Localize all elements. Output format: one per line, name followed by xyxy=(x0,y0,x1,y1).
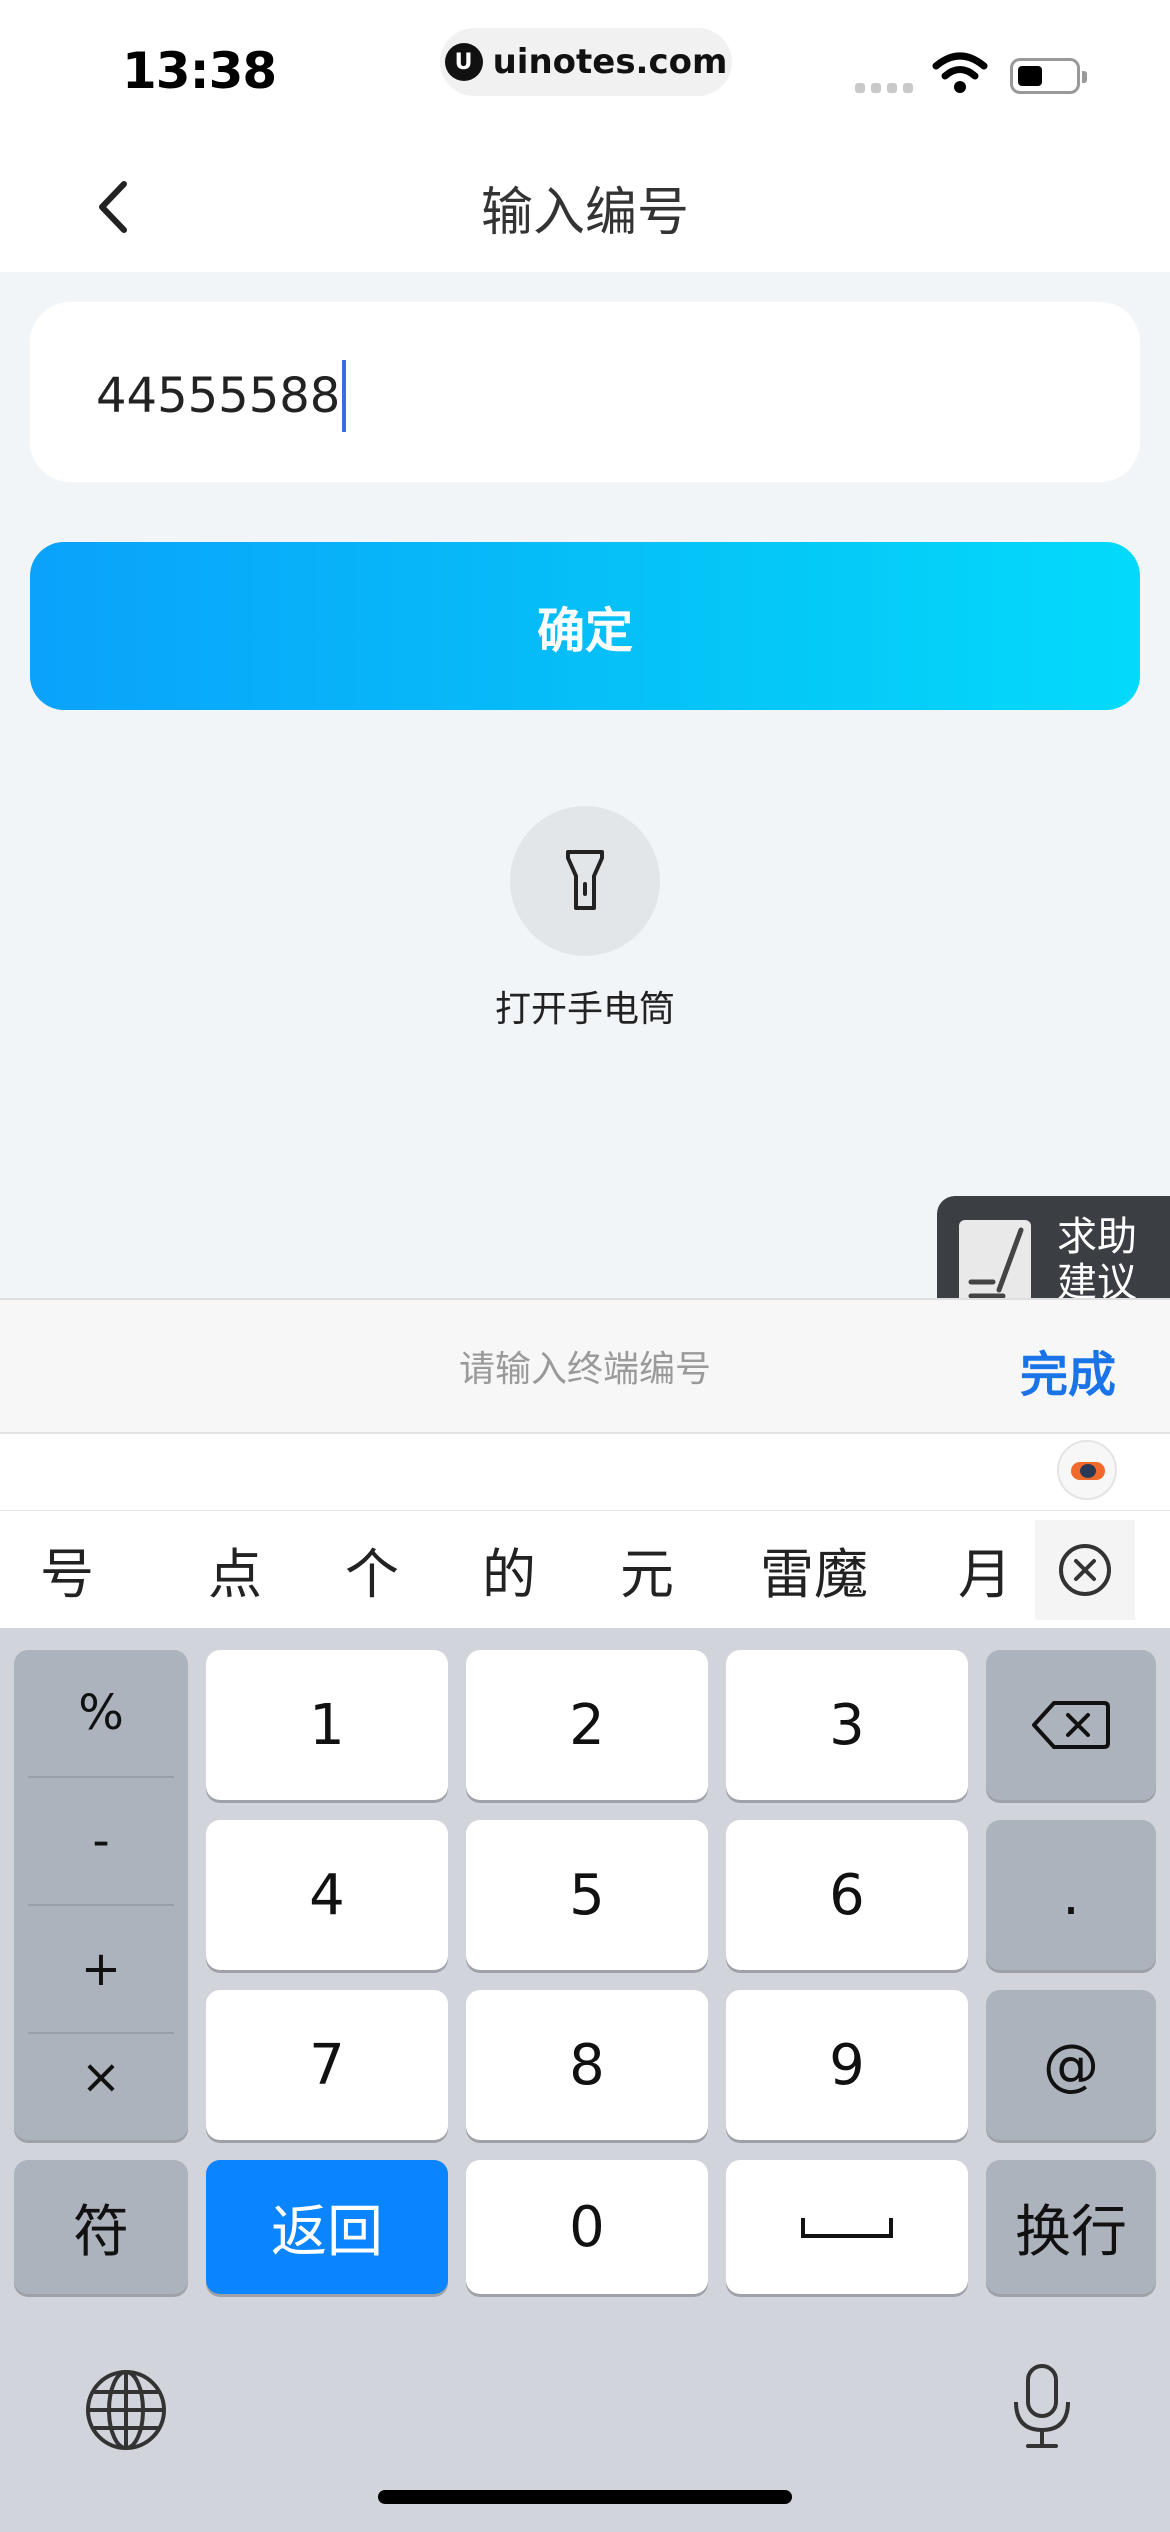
status-time: 13:38 xyxy=(122,42,277,100)
candidate-word[interactable]: 的 xyxy=(482,1530,536,1609)
text-caret xyxy=(342,360,347,432)
key-0[interactable]: 0 xyxy=(466,2160,708,2294)
input-value[interactable]: 44555588 xyxy=(96,360,347,432)
key-5[interactable]: 5 xyxy=(466,1820,708,1970)
microphone-icon[interactable] xyxy=(1010,2362,1074,2452)
page-title: 输入编号 xyxy=(480,183,689,243)
flashlight-button[interactable] xyxy=(510,806,660,956)
help-feedback-tab[interactable]: 求助 建议 xyxy=(937,1196,1170,1298)
feedback-pen-icon xyxy=(959,1220,1031,1298)
confirm-button[interactable]: 确定 xyxy=(30,542,1140,710)
ime-mascot-icon[interactable] xyxy=(1057,1440,1117,1500)
newline-key[interactable]: 换行 xyxy=(986,2160,1156,2294)
url-text: uinotes.com xyxy=(492,42,728,82)
key-9[interactable]: 9 xyxy=(726,1990,968,2140)
candidate-word[interactable]: 点 xyxy=(208,1530,262,1609)
return-key[interactable]: 返回 xyxy=(206,2160,448,2294)
done-button[interactable]: 完成 xyxy=(1020,1335,1116,1405)
accessory-placeholder: 请输入终端编号 xyxy=(458,1349,711,1390)
key-symbols[interactable]: 符 xyxy=(14,2160,188,2294)
close-candidates-button[interactable] xyxy=(1035,1520,1135,1620)
candidate-word[interactable]: 月 xyxy=(958,1530,1012,1609)
input-text: 44555588 xyxy=(96,368,341,424)
candidate-word[interactable]: 号 xyxy=(40,1530,94,1609)
backspace-key[interactable] xyxy=(986,1650,1156,1800)
globe-icon[interactable] xyxy=(84,2368,168,2452)
key-4[interactable]: 4 xyxy=(206,1820,448,1970)
key-2[interactable]: 2 xyxy=(466,1650,708,1800)
key-6[interactable]: 6 xyxy=(726,1820,968,1970)
key-percent[interactable]: % xyxy=(14,1650,188,1776)
candidate-word[interactable]: 雷魔 xyxy=(760,1530,868,1609)
flashlight-icon xyxy=(566,850,604,910)
key-minus[interactable]: - xyxy=(14,1778,188,1904)
ime-toolbar xyxy=(0,1432,1170,1510)
key-multiply[interactable]: × xyxy=(14,2014,188,2140)
candidate-word[interactable]: 个 xyxy=(345,1530,399,1609)
space-icon xyxy=(801,2218,893,2238)
cellular-signal-icon xyxy=(855,83,913,93)
battery-icon xyxy=(1010,58,1087,94)
close-circle-icon xyxy=(1059,1544,1111,1596)
home-indicator[interactable] xyxy=(378,2490,792,2504)
wifi-icon xyxy=(932,52,988,93)
url-pill[interactable]: U uinotes.com xyxy=(440,28,732,96)
help-label: 求助 建议 xyxy=(1057,1214,1137,1298)
space-key[interactable] xyxy=(726,2160,968,2294)
key-1[interactable]: 1 xyxy=(206,1650,448,1800)
site-logo-icon: U xyxy=(444,43,483,81)
backspace-icon xyxy=(1032,1701,1110,1749)
key-dot[interactable]: . xyxy=(986,1820,1156,1970)
key-3[interactable]: 3 xyxy=(726,1650,968,1800)
flashlight-label: 打开手电筒 xyxy=(494,989,675,1030)
key-8[interactable]: 8 xyxy=(466,1990,708,2140)
candidate-word[interactable]: 元 xyxy=(620,1530,674,1609)
key-at[interactable]: @ xyxy=(986,1990,1156,2140)
key-7[interactable]: 7 xyxy=(206,1990,448,2140)
